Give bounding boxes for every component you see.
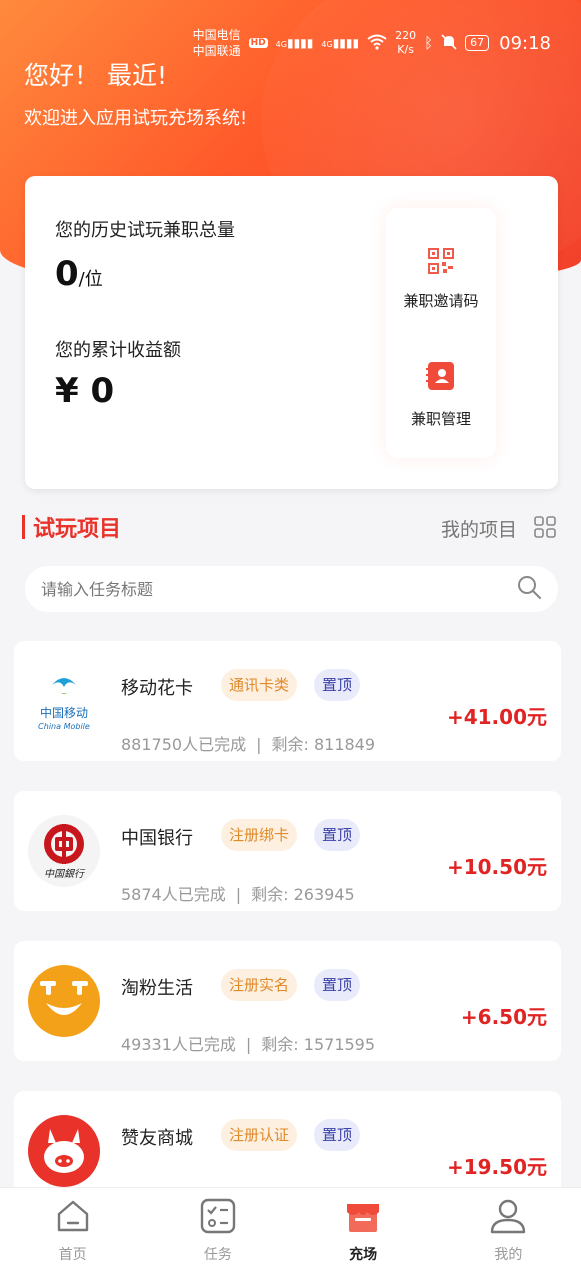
- invite-code-label: 兼职邀请码: [403, 292, 479, 310]
- mute-bell-icon: [441, 33, 457, 53]
- tab-mine-label: 我的: [494, 1247, 523, 1263]
- zanyou-logo: [28, 1115, 100, 1187]
- net-speed: 220 K/s: [395, 29, 416, 57]
- reward-amount: +6.50元: [460, 1005, 547, 1029]
- logo-text: 中国銀行: [44, 868, 86, 880]
- user-icon: [436, 1196, 581, 1240]
- summary-card: 您的历史试玩兼职总量 0/位 您的累计收益额 ¥ 0 兼职邀请码 兼职管理: [25, 176, 558, 489]
- completed-count: 881750人已完成: [121, 735, 247, 754]
- completed-count: 49331人已完成: [121, 1035, 236, 1054]
- carrier-1: 中国电信: [192, 28, 241, 42]
- bottom-tab-bar: 首页 任务 充场 我的: [0, 1187, 581, 1269]
- category-tag: 通讯卡类: [221, 669, 298, 701]
- reward-amount: +10.50元: [446, 855, 547, 879]
- history-label: 您的历史试玩兼职总量: [55, 220, 235, 241]
- remaining-count: 剩余: 1571595: [261, 1035, 376, 1054]
- pin-tag: 置顶: [314, 819, 361, 851]
- pin-tag: 置顶: [314, 1119, 361, 1151]
- remaining-count: 剩余: 811849: [271, 735, 376, 754]
- reward-amount: +19.50元: [446, 1155, 547, 1179]
- speed-unit: K/s: [397, 43, 414, 56]
- search-icon[interactable]: [516, 574, 542, 604]
- logo-text-en: China Mobile: [38, 722, 90, 731]
- clock: 09:18: [499, 32, 551, 54]
- history-total: 0/位: [55, 254, 103, 294]
- task-meta: 881750人已完成 | 剩余: 811849: [121, 731, 375, 755]
- section-accent-bar: [22, 515, 25, 539]
- search-input[interactable]: [41, 579, 516, 599]
- bluetooth-icon: ᛒ: [424, 34, 434, 52]
- my-projects-link[interactable]: 我的项目: [441, 515, 517, 542]
- task-meta: 5874人已完成 | 剩余: 263945: [121, 881, 355, 905]
- grid-view-icon[interactable]: [533, 515, 557, 543]
- logo-text-cn: 中国移动: [40, 705, 88, 720]
- tab-home[interactable]: 首页: [0, 1188, 145, 1269]
- section-header: 试玩项目: [22, 512, 121, 542]
- home-icon: [0, 1196, 145, 1240]
- separator: |: [256, 735, 262, 754]
- taofen-logo: [28, 965, 100, 1037]
- task-card[interactable]: 中国移动 China Mobile 移动花卡 通讯卡类 置顶 881750人已完…: [14, 641, 561, 761]
- tab-tasks-label: 任务: [203, 1247, 232, 1263]
- tab-arena[interactable]: 充场: [291, 1188, 436, 1269]
- bank-of-china-logo: 中国銀行: [28, 815, 100, 887]
- task-card[interactable]: 淘粉生活 注册实名 置顶 49331人已完成 | 剩余: 1571595 +6.50…: [14, 941, 561, 1061]
- tab-home-label: 首页: [58, 1247, 87, 1263]
- task-name: 淘粉生活: [121, 978, 193, 999]
- carrier-info: 中国电信 中国联通: [193, 27, 241, 59]
- history-unit: /位: [78, 269, 103, 290]
- hd-icon: HD: [248, 38, 268, 48]
- tab-tasks[interactable]: 任务: [145, 1188, 290, 1269]
- quick-actions-panel: 兼职邀请码 兼职管理: [386, 208, 496, 458]
- earnings-value: ¥ 0: [55, 371, 115, 411]
- wifi-icon: [367, 34, 387, 53]
- category-tag: 注册实名: [221, 969, 298, 1001]
- checklist-icon: [145, 1196, 290, 1240]
- tab-arena-label: 充场: [349, 1247, 378, 1263]
- task-card[interactable]: 中国銀行 中国银行 注册绑卡 置顶 5874人已完成 | 剩余: 263945 +1…: [14, 791, 561, 911]
- speed-value: 220: [395, 29, 417, 42]
- id-card-icon: [386, 360, 496, 396]
- status-bar: 中国电信 中国联通 HD 4G▮▮▮▮ 4G▮▮▮▮ 220 K/s ᛒ 67 …: [193, 26, 551, 60]
- tab-mine[interactable]: 我的: [436, 1188, 581, 1269]
- task-meta: 49331人已完成 | 剩余: 1571595: [121, 1031, 375, 1055]
- pin-tag: 置顶: [314, 969, 361, 1001]
- signal-icon-1: 4G▮▮▮▮: [275, 36, 314, 50]
- category-tag: 注册绑卡: [221, 819, 298, 851]
- store-icon: [291, 1196, 436, 1240]
- greeting: 您好！ 最近!: [24, 61, 167, 90]
- earnings-label: 您的累计收益额: [55, 340, 181, 361]
- separator: |: [245, 1035, 252, 1054]
- separator: |: [235, 885, 242, 904]
- battery-icon: 67: [465, 35, 490, 51]
- task-name: 移动花卡: [121, 678, 193, 699]
- manage-label: 兼职管理: [410, 410, 471, 428]
- manage-button[interactable]: 兼职管理: [386, 360, 496, 429]
- category-tag: 注册认证: [221, 1119, 298, 1151]
- net-type-2: 4G: [321, 40, 333, 49]
- pin-tag: 置顶: [314, 669, 361, 701]
- remaining-count: 剩余: 263945: [251, 885, 355, 904]
- china-mobile-logo: 中国移动 China Mobile: [28, 665, 100, 737]
- reward-amount: +41.00元: [446, 705, 547, 729]
- invite-code-button[interactable]: 兼职邀请码: [386, 248, 496, 311]
- task-name: 赞友商城: [121, 1128, 193, 1149]
- carrier-2: 中国联通: [192, 44, 241, 58]
- net-type-1: 4G: [275, 40, 287, 49]
- qr-code-icon: [386, 248, 496, 278]
- welcome-text: 欢迎进入应用试玩充场系统!: [24, 108, 248, 129]
- search-bar: [25, 566, 558, 612]
- history-value: 0: [55, 254, 79, 294]
- section-title: 试玩项目: [33, 517, 122, 542]
- signal-icon-2: 4G▮▮▮▮: [321, 36, 360, 50]
- task-name: 中国银行: [121, 828, 193, 849]
- completed-count: 5874人已完成: [121, 885, 226, 904]
